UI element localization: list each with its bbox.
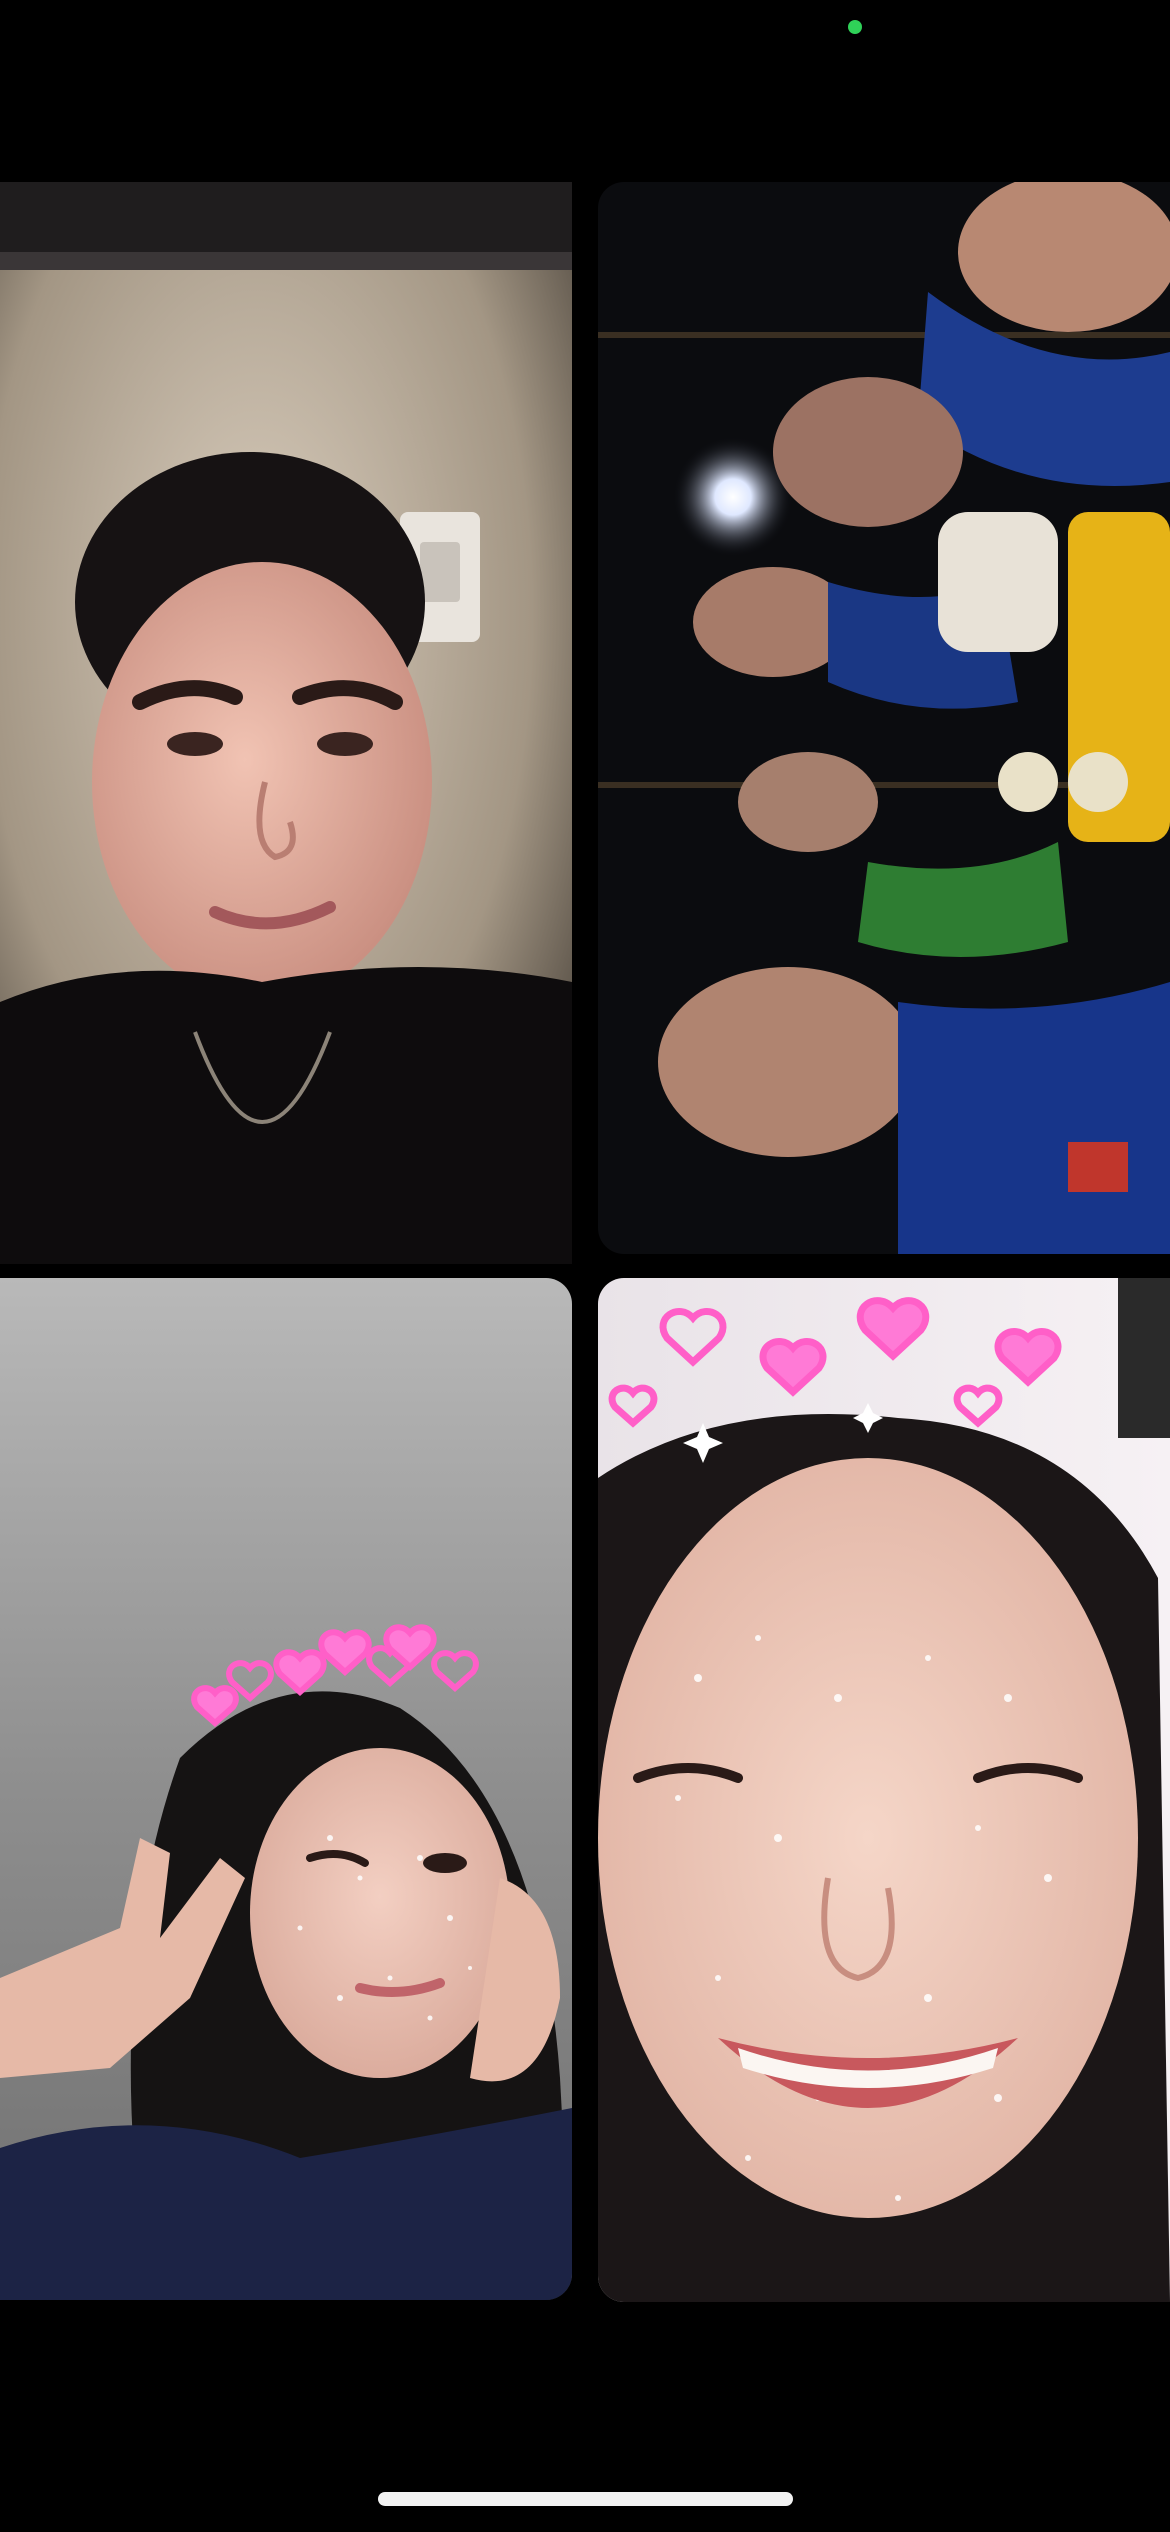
home-indicator-bar[interactable] xyxy=(378,2492,793,2506)
participant-2-video-frame xyxy=(598,182,1170,1254)
participant-4-video-frame xyxy=(598,1278,1170,2302)
participant-4-video-tile[interactable] xyxy=(598,1278,1170,2302)
participant-1-video-frame xyxy=(0,182,572,1264)
participant-2-video-tile[interactable] xyxy=(598,182,1170,1254)
participant-1-video-tile[interactable] xyxy=(0,182,572,1264)
video-call-screen xyxy=(0,0,1170,2532)
camera-in-use-dot-icon xyxy=(848,20,862,34)
participant-3-video-tile[interactable] xyxy=(0,1278,572,2300)
participant-3-video-frame xyxy=(0,1278,572,2300)
